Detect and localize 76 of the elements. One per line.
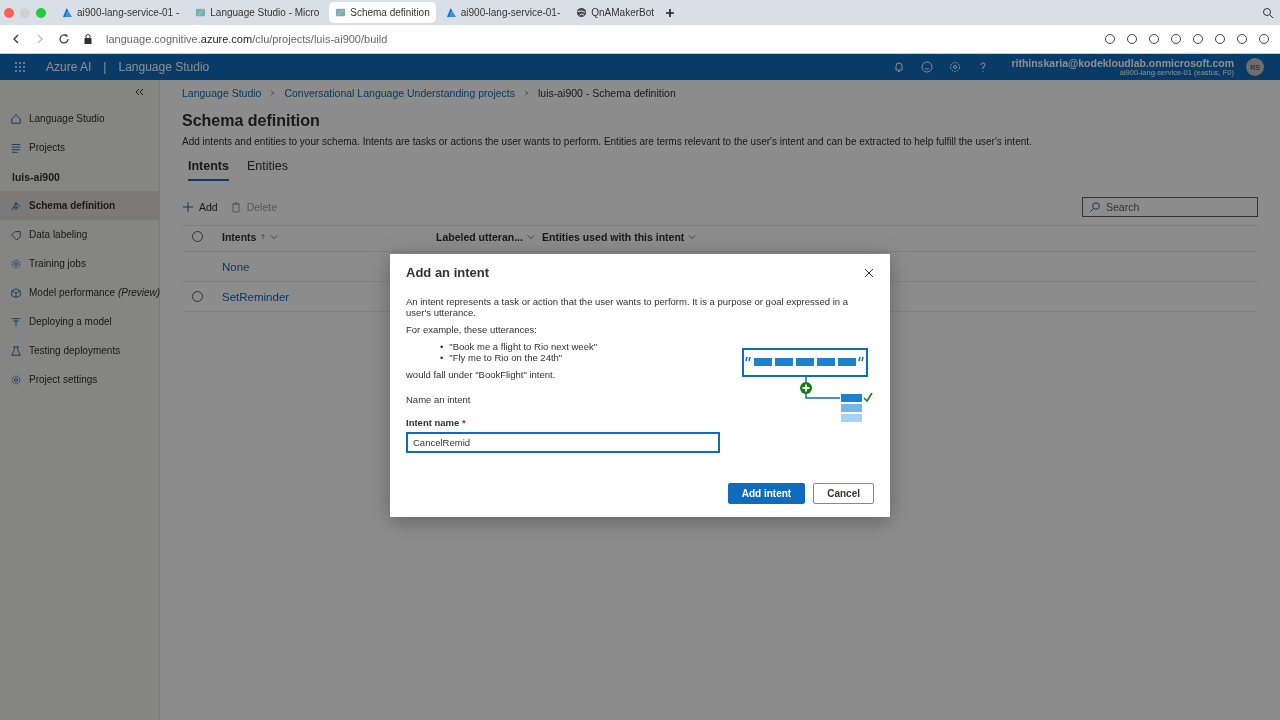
breadcrumb-current: luis-ai900 - Schema definition (538, 87, 676, 99)
cancel-button[interactable]: Cancel (813, 483, 874, 504)
example-utterance: "Fly me to Rio on the 24th" (449, 352, 563, 363)
plus-icon (182, 201, 194, 213)
flask-icon (10, 344, 22, 357)
brand-name[interactable]: Azure AI (46, 60, 92, 74)
settings-icon (10, 257, 22, 270)
reload-icon[interactable] (58, 33, 70, 45)
field-label: Intent name (406, 417, 460, 428)
browser-tab[interactable]: ai900-lang-service-01- (439, 2, 567, 23)
header-separator: | (103, 60, 107, 74)
new-tab-icon[interactable] (664, 6, 677, 19)
column-header[interactable]: Labeled utteran... (436, 231, 542, 243)
collapse-icon[interactable] (133, 86, 145, 98)
chevron-right-icon (523, 88, 530, 98)
azure-logo-icon (445, 7, 457, 18)
browser-tab[interactable]: ai900-lang-service-01 - (56, 2, 186, 23)
breadcrumb-link[interactable]: Conversational Language Understanding projects (284, 87, 515, 99)
sort-up-icon (260, 232, 267, 242)
page-title: Schema definition (182, 112, 321, 130)
page-description: Add intents and entities to your schema. Intents are tasks or actions the user wants to perform. Entities are terms relevant to the user's intent and can be extracted to help fulfill the user's intent. (182, 136, 1033, 147)
example-utterance: "Book me a flight to Rio next week" (449, 341, 598, 352)
search-icon[interactable] (1262, 6, 1274, 19)
chevron-right-icon (269, 88, 277, 98)
lock-icon (82, 33, 94, 45)
app-logo-icon (195, 7, 207, 18)
sidebar-item[interactable]: Deploying a model (0, 307, 159, 336)
list-icon (10, 141, 22, 154)
browser-tab[interactable]: Schema definition (329, 2, 436, 23)
bullet: • (440, 341, 444, 352)
browser-tab[interactable]: QnAMakerBot (570, 2, 661, 23)
antenna-icon (10, 315, 22, 328)
trash-icon (229, 201, 242, 213)
sidebar-item[interactable]: Schema definition (0, 191, 159, 220)
sidebar-item[interactable]: Model performance (Preview) (0, 278, 159, 307)
cube-icon (10, 286, 22, 299)
sidebar-item[interactable]: Training jobs (0, 249, 159, 278)
globe-icon (576, 7, 588, 18)
column-header[interactable]: Intents (222, 231, 436, 243)
add-button[interactable]: Add (182, 201, 218, 213)
dialog-description: An intent represents a task or action that the user wants to perform. It is a purpose or goal expressed in a user's utterance. (406, 296, 849, 318)
tab[interactable]: Intents (188, 159, 229, 181)
example-intro: For example, these utterances: (406, 324, 538, 335)
browser-tab[interactable]: Language Studio - Micro (189, 2, 326, 23)
dialog-title: Add an intent (406, 265, 490, 280)
settings-icon (10, 373, 22, 386)
intent-name-field[interactable]: CancelRemid (406, 432, 720, 453)
sidebar-item[interactable]: Testing deployments (0, 336, 159, 365)
search-field[interactable]: Search (1082, 197, 1258, 217)
address-bar[interactable]: language.cognitive.azure.com/clu/projects/luis-ai900/build (106, 33, 388, 45)
tab[interactable]: Entities (247, 159, 288, 181)
notification-icon[interactable] (893, 61, 906, 73)
app-launcher-icon[interactable] (14, 61, 26, 73)
settings-icon[interactable] (949, 61, 962, 73)
section-label: Name an intent (406, 394, 472, 405)
sidebar-item[interactable]: Language Studio (0, 104, 159, 133)
breadcrumb-link[interactable]: Language Studio (182, 87, 262, 99)
sidebar-item[interactable]: Project settings (0, 365, 159, 394)
app-logo-icon (335, 7, 347, 18)
example-outro: would fall under "BookFlight" intent. (406, 369, 557, 380)
compass-icon (10, 199, 22, 212)
product-name[interactable]: Language Studio (118, 60, 210, 74)
close-icon[interactable] (864, 267, 874, 278)
user-email[interactable]: rithinskaria@kodekloudlab.onmicrosoft.com (1011, 57, 1234, 69)
smiley-icon[interactable] (921, 61, 934, 73)
sidebar-item[interactable]: Data labeling (0, 220, 159, 249)
home-icon (10, 112, 22, 125)
search-icon (1089, 201, 1101, 213)
column-header[interactable]: Entities used with this intent (542, 231, 1258, 243)
add-intent-button[interactable]: Add intent (727, 483, 806, 504)
required-mark: * (461, 417, 466, 428)
bullet: • (440, 352, 444, 363)
project-name: luis-ai900 (11, 169, 61, 185)
azure-logo-icon (62, 7, 73, 18)
tag-icon (10, 228, 22, 241)
sidebar-item[interactable]: Projects (0, 133, 159, 162)
